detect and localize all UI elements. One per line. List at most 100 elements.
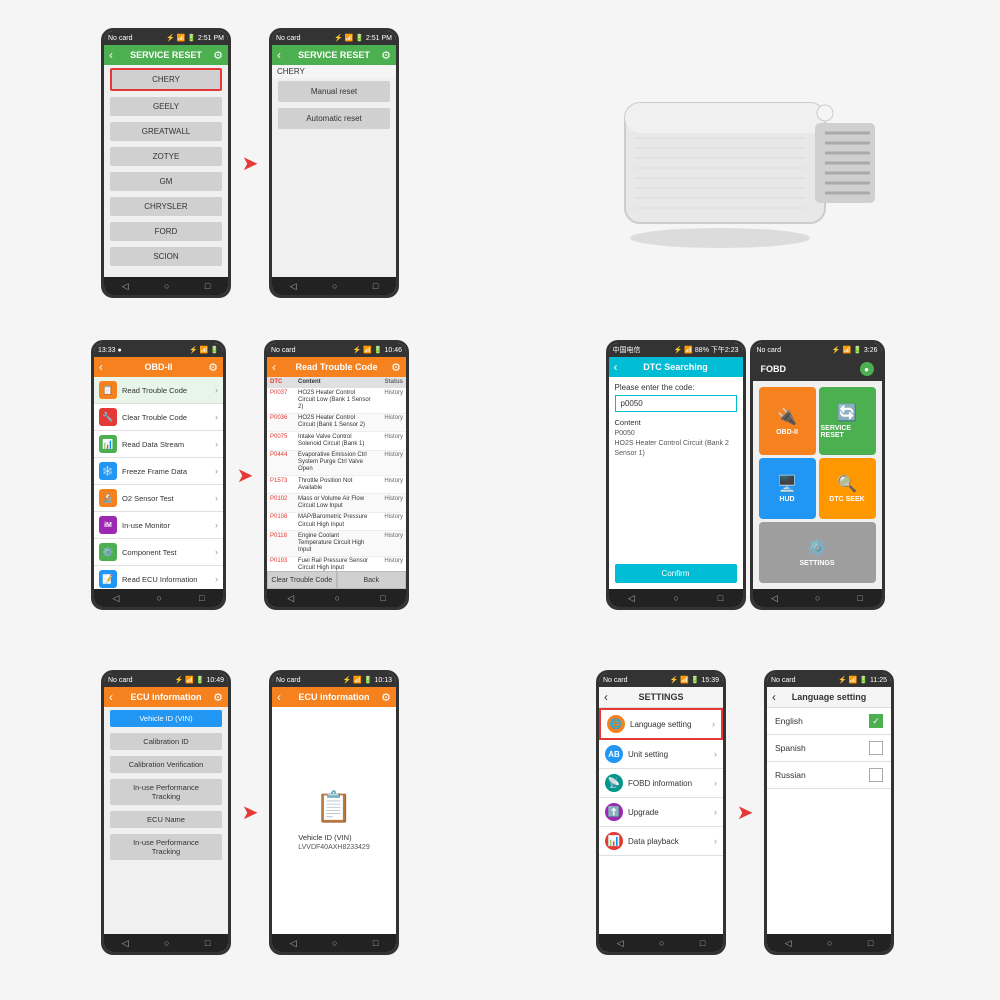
chevron-4: ›	[215, 466, 218, 476]
settings-language[interactable]: 🌐 Language setting ›	[599, 708, 723, 740]
nav-home-7[interactable]: ○	[164, 938, 169, 948]
obd-inuse-monitor[interactable]: iM In-use Monitor ›	[94, 512, 223, 539]
lang-spanish[interactable]: Spanish	[767, 735, 891, 762]
obd-o2-sensor[interactable]: 🔬 O2 Sensor Test ›	[94, 485, 223, 512]
fobd-service-label: SERVICE RESET	[821, 425, 874, 439]
menu-gm[interactable]: GM	[110, 172, 222, 191]
obd-read-stream[interactable]: 📊 Read Data Stream ›	[94, 431, 223, 458]
nav-bar-5: ◁ ○ □	[609, 589, 743, 607]
ecu-inuse-tracking1[interactable]: In-use Performance Tracking	[110, 779, 222, 805]
lang-english[interactable]: English ✓	[767, 708, 891, 735]
nav-back-6[interactable]: ◁	[771, 593, 778, 604]
nav-apps-4[interactable]: □	[380, 593, 385, 603]
ecu-name[interactable]: ECU Name	[110, 811, 222, 828]
settings-fobd[interactable]: 📡 FOBD information ›	[599, 769, 723, 798]
table-row: P0444Evaporative Emission Ctrl System Pu…	[267, 451, 406, 477]
nav-back-7[interactable]: ◁	[122, 938, 129, 949]
fobd-settings-cell[interactable]: ⚙️ SETTINGS	[759, 522, 876, 583]
obd-read-ecu[interactable]: 📝 Read ECU Information ›	[94, 566, 223, 589]
table-row: P1573Throttle Position Not AvailableHist…	[267, 476, 406, 494]
nav-back-1[interactable]: ◁	[122, 281, 129, 292]
menu-scion[interactable]: SCION	[110, 247, 222, 266]
nav-back-4[interactable]: ◁	[287, 593, 294, 604]
ecu-menu-phone: No card ⚡ 📶 🔋 10:49 ‹ ECU information ⚙ …	[101, 670, 231, 955]
ecu-inuse-tracking2[interactable]: In-use Performance Tracking	[110, 834, 222, 860]
back-btn[interactable]: Back	[337, 571, 407, 589]
nav-back-5[interactable]: ◁	[628, 593, 635, 604]
obd-freeze-frame[interactable]: ❄️ Freeze Frame Data ›	[94, 458, 223, 485]
fobd-service-reset-cell[interactable]: 🔄 SERVICE RESET	[819, 387, 876, 455]
nav-apps-5[interactable]: □	[718, 593, 723, 603]
lang-english-checkbox[interactable]: ✓	[869, 714, 883, 728]
clear-trouble-btn[interactable]: Clear Trouble Code	[267, 571, 337, 589]
rtc-phone: No card ⚡ 📶 🔋 10:46 ‹ Read Trouble Code …	[264, 340, 409, 610]
fobd-obd2-cell[interactable]: 🔌 OBD-II	[759, 387, 816, 455]
manual-reset[interactable]: Manual reset	[278, 81, 390, 102]
obd-device-svg	[605, 43, 885, 283]
ecu-calibration-id[interactable]: Calibration ID	[110, 733, 222, 750]
nav-back-10[interactable]: ◁	[785, 938, 792, 949]
fobd-hud-cell[interactable]: 🖥️ HUD	[759, 458, 816, 519]
automatic-reset[interactable]: Automatic reset	[278, 108, 390, 129]
nav-back-3[interactable]: ◁	[113, 593, 120, 604]
nav-apps-3[interactable]: □	[199, 593, 204, 603]
fobd-dtcseek-cell[interactable]: 🔍 DTC SEEK	[819, 458, 876, 519]
status-bar-9: No card ⚡ 📶 🔋 15:39	[599, 673, 723, 687]
status-bar-2: No card ⚡ 📶 🔋 2:51 PM	[272, 31, 396, 45]
nav-apps-10[interactable]: □	[868, 938, 873, 948]
nav-home-10[interactable]: ○	[827, 938, 832, 948]
fobd-grid: 🔌 OBD-II 🔄 SERVICE RESET 🖥️ HUD 🔍 DTC SE…	[756, 384, 879, 586]
menu-ford[interactable]: FORD	[110, 222, 222, 241]
back-icon-3: ‹	[99, 360, 103, 374]
ecu-calibration-verification[interactable]: Calibration Verification	[110, 756, 222, 773]
service-reset-phone1: No card ⚡ 📶 🔋 2:51 PM ‹ SERVICE RESET ⚙ …	[101, 28, 231, 298]
fobd-header: FOBD ●	[753, 357, 882, 381]
nav-apps-8[interactable]: □	[373, 938, 378, 948]
settings-body: 🌐 Language setting › AB Unit setting › 📡…	[599, 708, 723, 934]
menu-zotye[interactable]: ZOTYE	[110, 147, 222, 166]
nav-apps-6[interactable]: □	[858, 593, 863, 603]
nav-back-9[interactable]: ◁	[617, 938, 624, 949]
nav-back-8[interactable]: ◁	[290, 938, 297, 949]
nav-apps-9[interactable]: □	[700, 938, 705, 948]
ecu-vin[interactable]: Vehicle ID (VIN)	[110, 710, 222, 727]
nav-apps-2[interactable]: □	[373, 281, 378, 291]
language-phone: No card ⚡ 📶 🔋 11:25 ‹ Language setting E…	[764, 670, 894, 955]
language-title: Language setting	[792, 692, 867, 702]
lang-russian-checkbox[interactable]	[869, 768, 883, 782]
status-bar-4: No card ⚡ 📶 🔋 10:46	[267, 343, 406, 357]
nav-home-6[interactable]: ○	[815, 593, 820, 603]
nav-home-2[interactable]: ○	[332, 281, 337, 291]
nav-home-5[interactable]: ○	[674, 593, 679, 603]
nav-home-3[interactable]: ○	[157, 593, 162, 603]
dtc-confirm-button[interactable]: Confirm	[615, 564, 737, 583]
nav-home-1[interactable]: ○	[164, 281, 169, 291]
status-bar-7: No card ⚡ 📶 🔋 10:49	[104, 673, 228, 687]
read-ecu-icon: 📝	[99, 570, 117, 588]
settings-upgrade[interactable]: ⬆️ Upgrade ›	[599, 798, 723, 827]
nav-home-4[interactable]: ○	[335, 593, 340, 603]
row3-left: No card ⚡ 📶 🔋 10:49 ‹ ECU information ⚙ …	[5, 635, 495, 990]
menu-chrysler[interactable]: CHRYSLER	[110, 197, 222, 216]
obd-read-trouble[interactable]: 📋 Read Trouble Code ›	[94, 377, 223, 404]
nav-apps-7[interactable]: □	[205, 938, 210, 948]
obd-clear-trouble[interactable]: 🔧 Clear Trouble Code ›	[94, 404, 223, 431]
obd-component-test[interactable]: ⚙️ Component Test ›	[94, 539, 223, 566]
obd2-title: OBD-II	[145, 362, 173, 372]
row2-right: 中国电信 ⚡ 📶 88% 下午2:23 ‹ DTC Searching Plea…	[500, 320, 990, 630]
lang-russian[interactable]: Russian	[767, 762, 891, 789]
menu-chery[interactable]: CHERY	[110, 68, 222, 91]
nav-back-2[interactable]: ◁	[290, 281, 297, 292]
settings-data-playback[interactable]: 📊 Data playback ›	[599, 827, 723, 856]
settings-unit[interactable]: AB Unit setting ›	[599, 740, 723, 769]
menu-geely[interactable]: GEELY	[110, 97, 222, 116]
dtc-code-input[interactable]: p0050	[615, 395, 737, 412]
nav-home-8[interactable]: ○	[332, 938, 337, 948]
nav-home-9[interactable]: ○	[659, 938, 664, 948]
back-icon-9: ‹	[604, 690, 608, 704]
upgrade-chevron: ›	[714, 807, 717, 817]
menu-greatwall[interactable]: GREATWALL	[110, 122, 222, 141]
fobd-settings-label: SETTINGS	[799, 560, 834, 567]
nav-apps-1[interactable]: □	[205, 281, 210, 291]
lang-spanish-checkbox[interactable]	[869, 741, 883, 755]
